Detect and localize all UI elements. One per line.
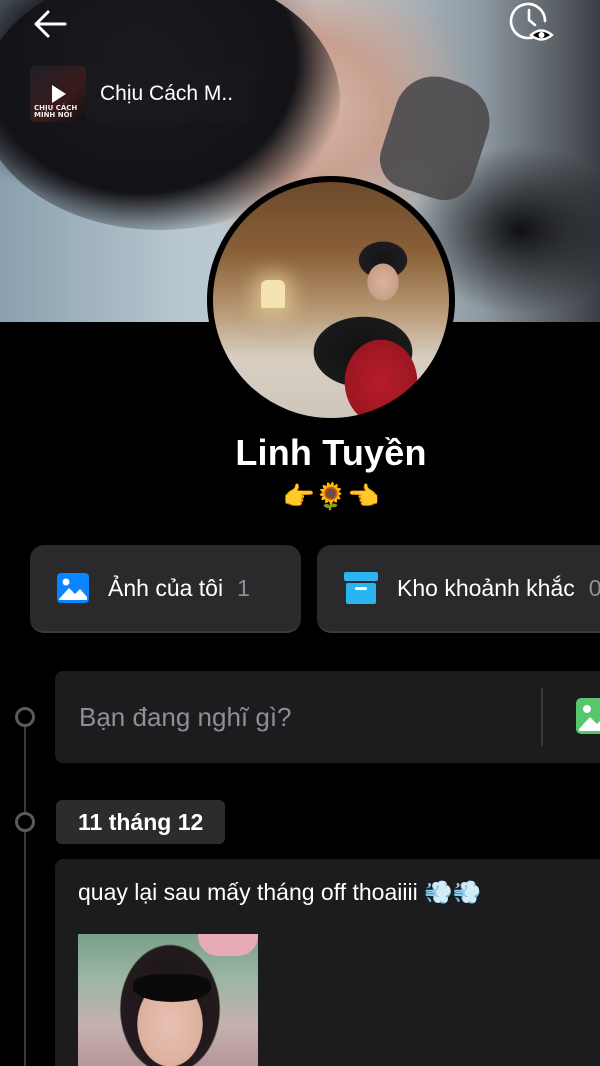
profile-name: Linh Tuyền (235, 432, 427, 473)
composer-placeholder: Bạn đang nghĩ gì? (79, 701, 292, 732)
timeline-dot (15, 707, 35, 727)
my-photos-count: 1 (237, 574, 250, 601)
timeline-line (24, 717, 26, 1066)
post-image-cap-shape (198, 934, 258, 956)
post-image[interactable] (78, 934, 258, 1066)
music-title: Chịu Cách M.. (100, 82, 234, 105)
arrow-left-icon (34, 10, 67, 38)
avatar[interactable] (207, 176, 455, 424)
moments-archive-count: 0 (588, 574, 600, 601)
my-photos-label: Ảnh của tôi (108, 574, 224, 601)
archive-box-icon (344, 572, 378, 604)
my-photos-card[interactable]: Ảnh của tôi 1 (30, 545, 301, 633)
post-text: quay lại sau mấy tháng off thoaiiii 💨💨 (78, 879, 482, 905)
clock-eye-icon (509, 2, 554, 41)
post-image-scribble-shape (133, 974, 211, 1002)
profile-bio: 👉🌻👈 (282, 482, 380, 512)
music-thumbnail-caption: CHỊU CÁCH MÌNH NÓI (34, 104, 78, 119)
profile-visitors-button[interactable] (504, 0, 560, 46)
play-icon (52, 85, 66, 103)
avatar-lamp-shape (261, 280, 285, 308)
back-button[interactable] (28, 4, 72, 44)
add-photo-icon[interactable] (575, 697, 600, 735)
composer-divider (541, 688, 543, 746)
timeline-dot (15, 812, 35, 832)
status-composer[interactable]: Bạn đang nghĩ gì? (55, 671, 600, 763)
timeline-date-chip: 11 tháng 12 (56, 800, 226, 844)
cover-headphone-shape (372, 66, 500, 208)
timeline-post[interactable]: quay lại sau mấy tháng off thoaiiii 💨💨 (55, 859, 600, 1066)
moments-archive-card[interactable]: Kho khoảnh khắc 0 (317, 545, 600, 633)
photo-icon (57, 573, 89, 603)
music-thumbnail: CHỊU CÁCH MÌNH NÓI (30, 66, 86, 122)
moments-archive-label: Kho khoảnh khắc (397, 574, 575, 601)
profile-music-chip[interactable]: CHỊU CÁCH MÌNH NÓI Chịu Cách M.. (30, 66, 255, 122)
